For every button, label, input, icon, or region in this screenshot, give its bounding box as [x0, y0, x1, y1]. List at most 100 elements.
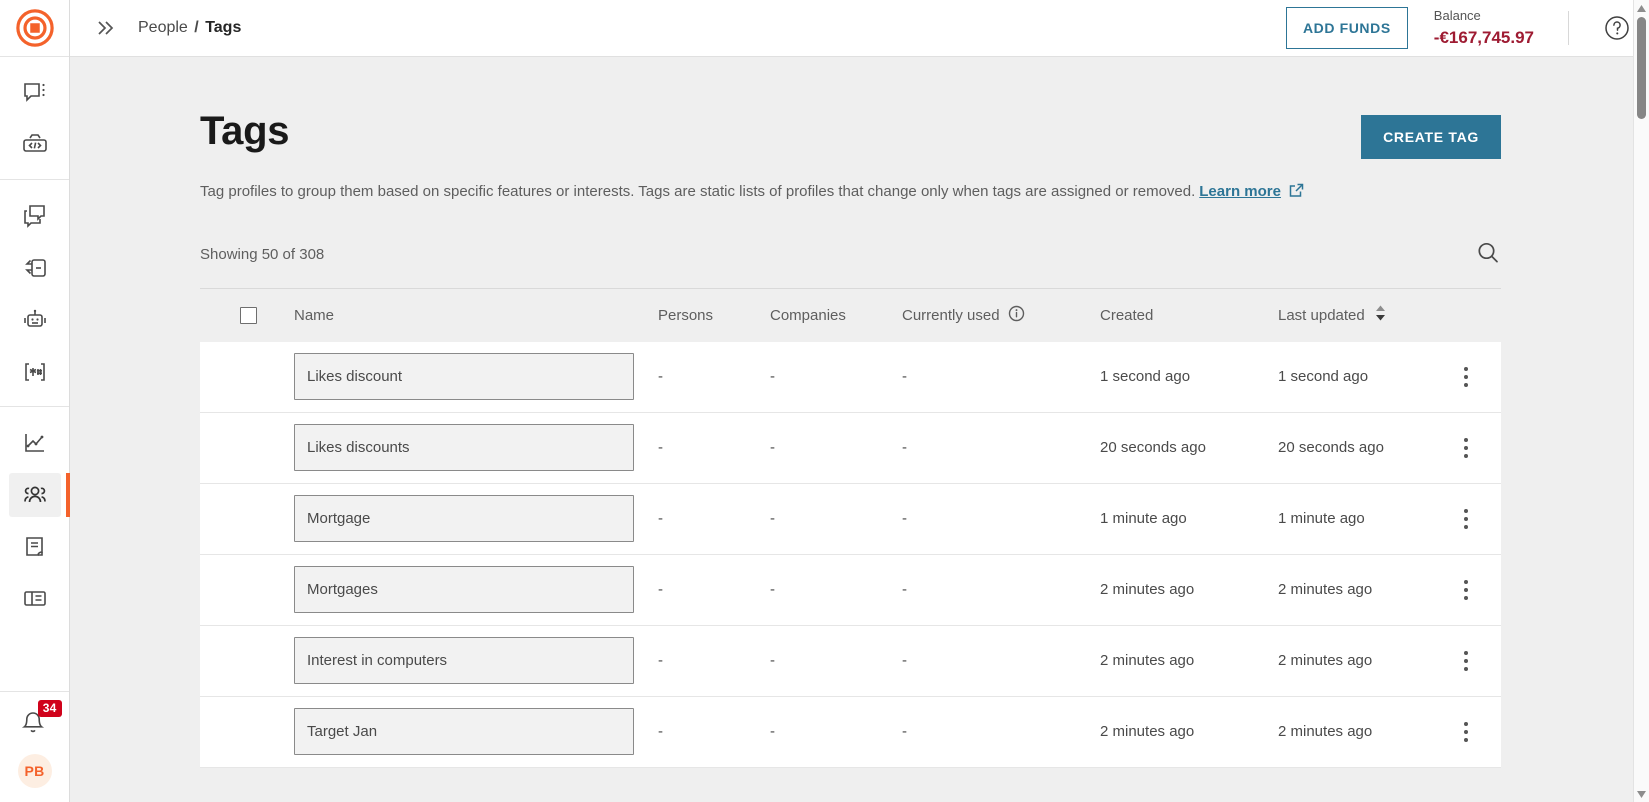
top-bar: People / Tags ADD FUNDS Balance -€167,74… — [70, 0, 1649, 57]
sort-arrows-icon[interactable] — [1374, 304, 1387, 326]
sidebar-item-snippets[interactable] — [9, 350, 61, 394]
tag-name-input[interactable] — [294, 566, 634, 614]
column-header-name[interactable]: Name — [294, 307, 658, 324]
sidebar-group-2 — [0, 180, 69, 407]
table-body: - - - 1 second ago 1 second ago - - - 20 seconds… — [200, 341, 1501, 768]
sidebar-item-people[interactable] — [8, 473, 70, 517]
row-created-cell: 2 minutes ago — [1100, 581, 1195, 599]
expand-sidebar-button[interactable] — [88, 11, 122, 45]
question-circle-icon — [1605, 16, 1629, 40]
sidebar-item-analytics[interactable] — [9, 421, 61, 465]
notifications-button[interactable]: 34 — [18, 700, 62, 740]
row-currently-used-cell: - — [902, 439, 907, 457]
info-circle-icon[interactable] — [1008, 305, 1025, 326]
app-logo[interactable] — [0, 0, 69, 57]
row-persons-cell: - — [658, 439, 663, 457]
breadcrumb-parent[interactable]: People — [138, 19, 188, 36]
target-logo-icon — [15, 9, 54, 47]
row-companies-cell: - — [770, 439, 775, 457]
column-header-currently-used[interactable]: Currently used — [902, 305, 1100, 326]
tag-name-input[interactable] — [294, 495, 634, 543]
row-created-cell: 2 minutes ago — [1100, 652, 1195, 670]
table-row[interactable]: - - - 2 minutes ago 2 minutes ago — [200, 554, 1501, 626]
user-avatar[interactable]: PB — [17, 754, 52, 788]
table-row[interactable]: - - - 1 minute ago 1 minute ago — [200, 483, 1501, 555]
row-created-cell: 1 minute ago — [1100, 510, 1187, 528]
row-persons-cell: - — [658, 510, 663, 528]
row-actions-cell — [1431, 574, 1501, 606]
sidebar: 34 PB — [0, 0, 70, 802]
column-header-last-updated[interactable]: Last updated — [1278, 304, 1431, 326]
row-currently-used-cell: - — [902, 581, 907, 599]
row-companies-cell: - — [770, 510, 775, 528]
breadcrumb-current: Tags — [205, 19, 242, 36]
breadcrumb-separator: / — [194, 19, 199, 36]
table-row[interactable]: - - - 20 seconds ago 20 seconds ago — [200, 412, 1501, 484]
scrollbar-thumb[interactable] — [1637, 17, 1646, 119]
column-header-companies[interactable]: Companies — [770, 307, 902, 324]
row-last-updated-cell: 2 minutes ago — [1278, 723, 1373, 741]
tag-name-input[interactable] — [294, 424, 634, 472]
kebab-menu-icon[interactable] — [1454, 361, 1478, 393]
scrollbar-down-arrow[interactable] — [1634, 786, 1649, 802]
sidebar-item-layouts[interactable] — [9, 577, 61, 621]
select-all-checkbox[interactable] — [240, 306, 257, 324]
sidebar-bottom: 34 PB — [0, 691, 69, 802]
row-actions-cell — [1431, 645, 1501, 677]
help-button[interactable] — [1603, 14, 1631, 42]
table-row[interactable]: - - - 1 second ago 1 second ago — [200, 341, 1501, 413]
tag-name-input[interactable] — [294, 353, 634, 401]
balance-value: -€167,745.97 — [1433, 28, 1534, 47]
create-tag-button[interactable]: CREATE TAG — [1361, 115, 1501, 159]
external-link-icon[interactable] — [1288, 182, 1305, 206]
search-button[interactable] — [1475, 240, 1501, 270]
row-name-cell — [294, 353, 658, 401]
tag-name-input[interactable] — [294, 637, 634, 685]
scrollbar-up-arrow[interactable] — [1634, 0, 1649, 16]
top-bar-right: ADD FUNDS Balance -€167,745.97 — [1285, 7, 1631, 49]
kebab-menu-icon[interactable] — [1454, 574, 1478, 606]
page-scrollbar[interactable] — [1633, 0, 1649, 802]
automation-robot-icon — [23, 309, 46, 327]
row-actions-cell — [1431, 503, 1501, 535]
sidebar-group-3 — [0, 407, 70, 633]
row-companies-cell: - — [770, 368, 775, 386]
row-created-cell: 20 seconds ago — [1100, 439, 1206, 457]
table-row[interactable]: - - - 2 minutes ago 2 minutes ago — [200, 696, 1501, 768]
add-funds-button[interactable]: ADD FUNDS — [1285, 7, 1408, 49]
double-chevron-right-icon — [98, 21, 114, 35]
kebab-menu-icon[interactable] — [1454, 645, 1478, 677]
column-header-persons[interactable]: Persons — [658, 307, 770, 324]
sidebar-item-content[interactable] — [9, 525, 61, 569]
campaigns-icon — [23, 205, 45, 228]
row-currently-used-cell: - — [902, 510, 907, 528]
sidebar-item-developer[interactable] — [9, 123, 61, 167]
row-companies-cell: - — [770, 652, 775, 670]
kebab-menu-icon[interactable] — [1454, 432, 1478, 464]
tag-name-input[interactable] — [294, 708, 634, 756]
kebab-menu-icon[interactable] — [1454, 503, 1478, 535]
kebab-menu-icon[interactable] — [1454, 716, 1478, 748]
showing-count: Showing 50 of 308 — [200, 246, 325, 264]
list-meta-bar: Showing 50 of 308 — [200, 240, 1501, 270]
row-currently-used-cell: - — [902, 723, 907, 741]
sidebar-item-campaigns[interactable] — [9, 194, 61, 238]
sidebar-item-conversations[interactable] — [9, 71, 61, 115]
app-root: 34 PB People / Tags ADD FUNDS Balance -€… — [0, 0, 1649, 802]
row-last-updated-cell: 1 minute ago — [1278, 510, 1365, 528]
column-header-created[interactable]: Created — [1100, 307, 1278, 324]
row-persons-cell: - — [658, 652, 663, 670]
code-box-icon — [22, 134, 47, 152]
learn-more-link[interactable]: Learn more — [1199, 183, 1281, 200]
row-last-updated-cell: 2 minutes ago — [1278, 581, 1373, 599]
templates-icon — [24, 259, 46, 277]
sidebar-item-templates[interactable] — [9, 246, 61, 290]
sidebar-group-1 — [0, 57, 69, 180]
row-currently-used-cell: - — [902, 368, 907, 386]
table-row[interactable]: - - - 2 minutes ago 2 minutes ago — [200, 625, 1501, 697]
snippets-hash-icon — [24, 363, 45, 381]
row-created-cell: 2 minutes ago — [1100, 723, 1195, 741]
page-description-text: Tag profiles to group them based on spec… — [200, 183, 1196, 200]
sidebar-item-automations[interactable] — [9, 298, 61, 342]
layout-panel-icon — [23, 591, 46, 606]
